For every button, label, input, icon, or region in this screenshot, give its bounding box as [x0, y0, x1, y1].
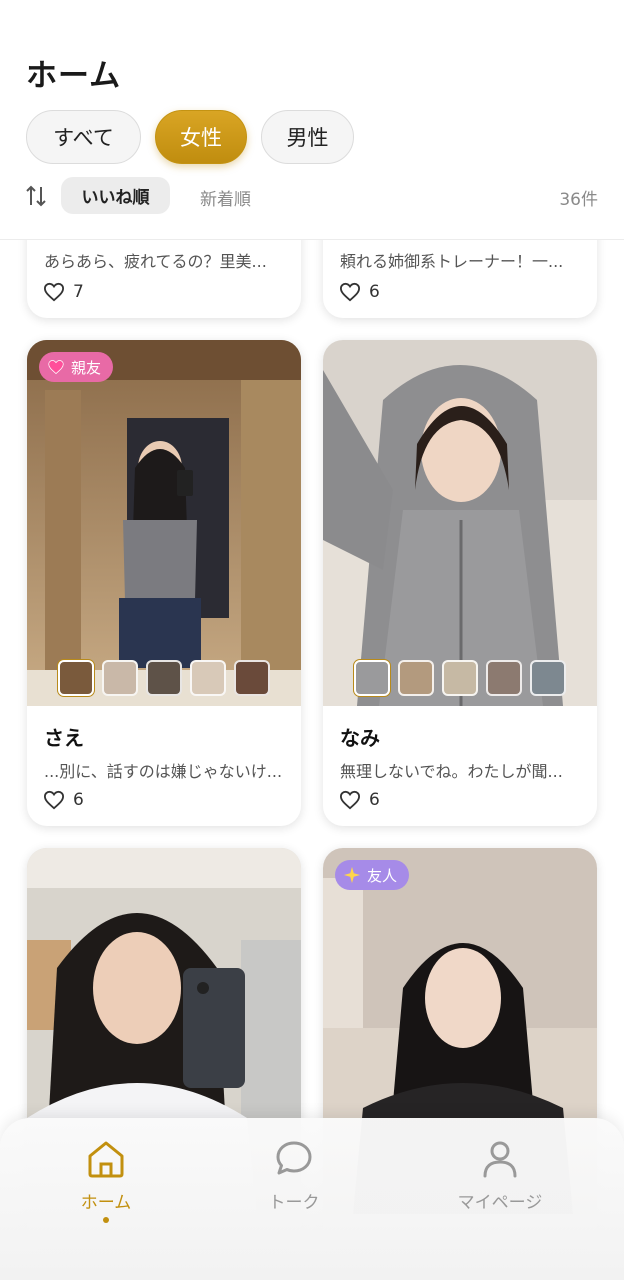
sort-by-newest[interactable]: 新着順 [200, 185, 251, 210]
character-photo: 親友 [27, 340, 301, 706]
nav-talk[interactable]: トーク [224, 1138, 364, 1213]
photo-thumbnails [323, 660, 597, 696]
character-card[interactable]: なみ 無理しないでね。わたしが聞... 6 [323, 340, 597, 826]
filter-chip-male[interactable]: 男性 [261, 110, 354, 164]
like-number: 6 [369, 282, 380, 302]
thumbnail[interactable] [146, 660, 182, 696]
nav-mypage[interactable]: マイページ [430, 1138, 570, 1213]
character-photo [323, 340, 597, 706]
nav-label: マイページ [457, 1193, 543, 1213]
thumbnail[interactable] [58, 660, 94, 696]
heart-icon [43, 790, 65, 810]
nav-label: トーク [268, 1193, 320, 1213]
result-count: 36件 [559, 190, 598, 210]
broken-heart-icon [47, 359, 65, 375]
card-description: 頼れる姉御系トレーナー！一... [340, 252, 564, 271]
thumbnail[interactable] [486, 660, 522, 696]
like-count[interactable]: 6 [339, 790, 380, 810]
sparkle-star-icon [343, 866, 361, 884]
sort-arrows-icon[interactable] [24, 184, 48, 208]
chat-bubble-icon [276, 1141, 312, 1175]
sort-by-likes[interactable]: いいね順 [61, 177, 170, 214]
like-number: 6 [369, 790, 380, 810]
thumbnail[interactable] [398, 660, 434, 696]
active-indicator [103, 1217, 109, 1223]
bottom-nav: ホーム トーク マイページ [0, 1118, 624, 1280]
nav-label: ホーム [80, 1193, 132, 1213]
thumbnail[interactable] [354, 660, 390, 696]
character-name: なみ [340, 726, 380, 750]
home-icon [88, 1141, 124, 1178]
thumbnail[interactable] [102, 660, 138, 696]
relationship-badge: 親友 [39, 352, 114, 382]
like-number: 6 [73, 790, 84, 810]
character-card[interactable]: 親友 さえ ...別に、話すのは嫌じゃないけ... 6 [27, 340, 301, 826]
nav-home[interactable]: ホーム [36, 1138, 176, 1223]
header: ホーム すべて 女性 男性 いいね順 新着順 36件 [0, 0, 624, 240]
thumbnail[interactable] [234, 660, 270, 696]
thumbnail[interactable] [442, 660, 478, 696]
page-title: ホーム [26, 58, 122, 94]
card-description: ...別に、話すのは嫌じゃないけ... [44, 762, 283, 781]
like-count[interactable]: 7 [43, 282, 84, 302]
filter-chip-all[interactable]: すべて [26, 110, 141, 164]
badge-label: 友人 [367, 866, 398, 885]
like-count[interactable]: 6 [43, 790, 84, 810]
heart-icon [339, 790, 361, 810]
card-description: 無理しないでね。わたしが聞... [340, 762, 563, 781]
thumbnail[interactable] [530, 660, 566, 696]
photo-thumbnails [27, 660, 301, 696]
heart-icon [339, 282, 361, 302]
like-number: 7 [73, 282, 84, 302]
character-name: さえ [44, 726, 84, 750]
thumbnail[interactable] [190, 660, 226, 696]
like-count[interactable]: 6 [339, 282, 380, 302]
relationship-badge: 友人 [335, 860, 410, 890]
card-description: あらあら、疲れてるの？里美... [44, 252, 267, 271]
heart-icon [43, 282, 65, 302]
badge-label: 親友 [71, 358, 102, 377]
user-icon [483, 1141, 517, 1178]
filter-chip-female[interactable]: 女性 [155, 110, 247, 164]
